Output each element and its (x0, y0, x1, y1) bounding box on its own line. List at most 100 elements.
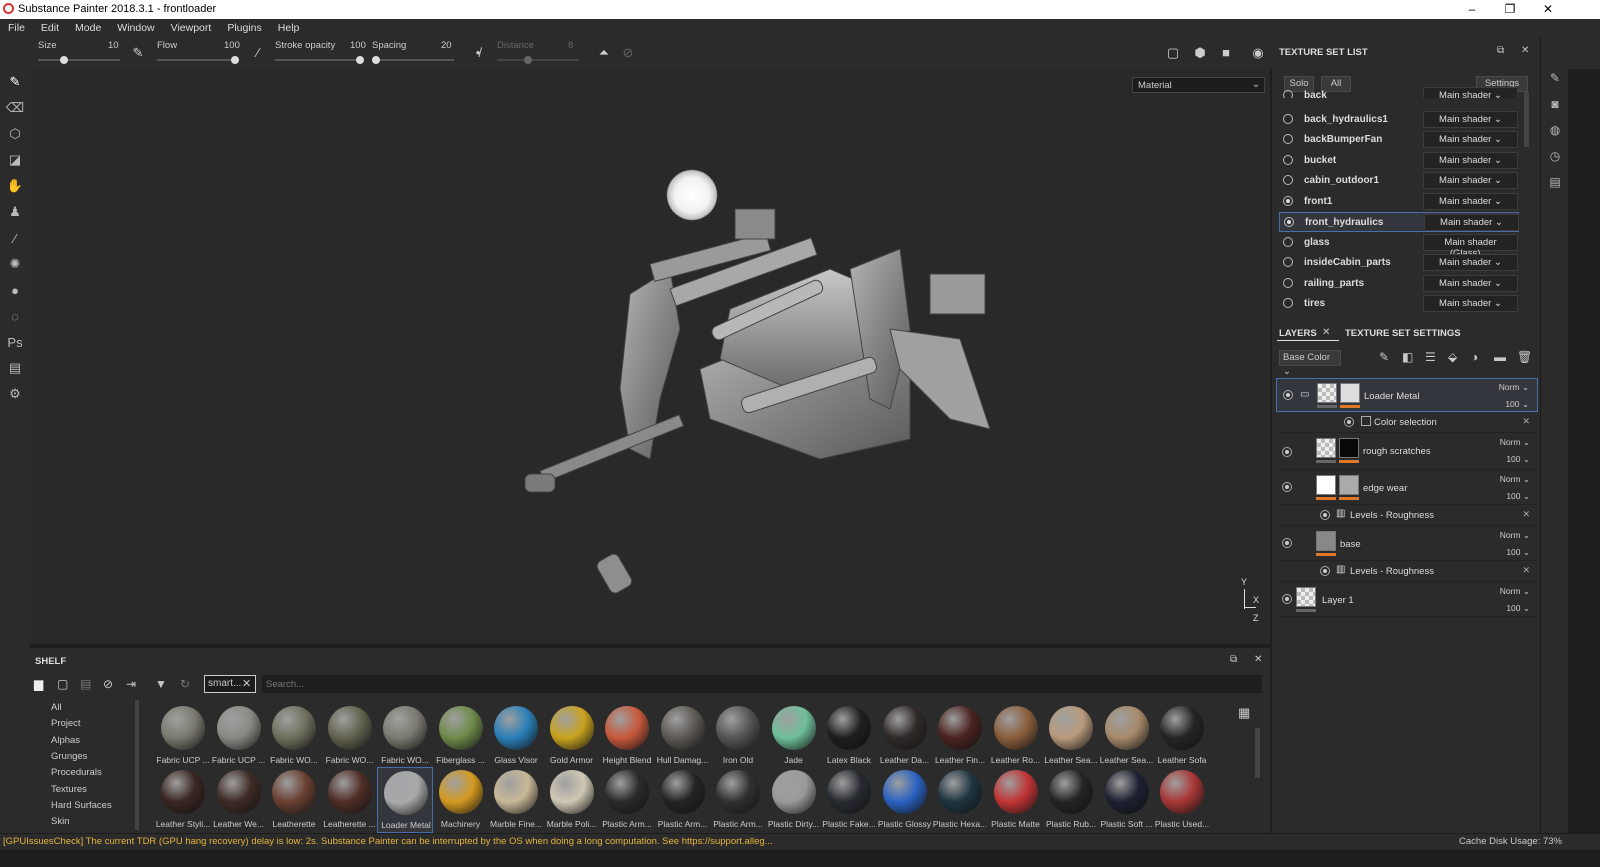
paint-brush-icon[interactable]: ✎ (0, 69, 30, 95)
texture-set-radio[interactable] (1283, 90, 1293, 98)
stroke-opacity-slider[interactable] (275, 59, 363, 61)
material-item[interactable]: Plastic Arm... (655, 767, 711, 833)
texture-set-row[interactable]: tires Main shader ⌄ (1279, 294, 1519, 314)
material-item[interactable]: Hull Damag... (655, 703, 711, 769)
shader-dropdown[interactable]: Main shader ⌄ (1423, 192, 1518, 210)
texture-set-row[interactable]: cabin_outdoor1 Main shader ⌄ (1279, 171, 1519, 191)
size-value[interactable]: 10 (108, 40, 119, 51)
list-view-icon[interactable]: ▤ (80, 677, 91, 691)
bake-icon[interactable]: ✺ (0, 251, 30, 277)
material-item[interactable]: Leather Sea... (1099, 703, 1155, 769)
shader-dropdown[interactable]: Main shader ⌄ (1423, 254, 1518, 271)
spacing-slider[interactable] (372, 59, 454, 61)
effect-row-levels-roughness-2[interactable]: ▥ Levels - Roughness ✕ (1276, 562, 1538, 582)
texture-set-radio[interactable] (1283, 236, 1293, 247)
layer-row-base[interactable]: base Norm ⌄ 100 ⌄ (1276, 527, 1538, 561)
layer-row-edge-wear[interactable]: edge wear Norm ⌄ 100 ⌄ (1276, 471, 1538, 505)
status-message[interactable]: [GPUIssuesCheck] The current TDR (GPU ha… (3, 836, 773, 847)
texture-set-radio[interactable] (1283, 134, 1293, 144)
new-window-icon[interactable]: ▢ (57, 677, 68, 691)
symmetry-icon[interactable]: ⏶ (596, 45, 612, 61)
texture-set-radio[interactable] (1283, 298, 1293, 308)
material-item[interactable]: Fabric WO... (377, 703, 433, 769)
size-slider[interactable] (38, 59, 120, 61)
texture-set-row[interactable]: back_hydraulics1 Main shader ⌄ (1279, 110, 1519, 130)
material-item[interactable]: Marble Poli... (544, 767, 600, 833)
hide-icon[interactable]: ⊘ (103, 677, 113, 691)
shelf-category[interactable]: All (51, 702, 62, 713)
pen-pressure-icon[interactable]: ✎ (130, 45, 146, 61)
texture-set-row[interactable]: front1 Main shader ⌄ (1279, 192, 1519, 212)
visibility-eye-icon[interactable] (1320, 510, 1330, 520)
assets-scrollbar[interactable] (1255, 728, 1260, 778)
filter-icon[interactable]: ▼ (155, 677, 167, 691)
texture-set-row[interactable]: bucket Main shader ⌄ (1279, 151, 1519, 171)
add-paint-layer-icon[interactable]: ◑ (1471, 350, 1478, 364)
settings-gear-icon[interactable]: ⚙ (0, 381, 30, 407)
material-item[interactable]: Iron Old (710, 703, 766, 769)
material-item[interactable]: Plastic Used... (1154, 767, 1210, 833)
shader-dropdown[interactable]: Main shader ⌄ (1423, 110, 1518, 128)
material-item[interactable]: Leather Styli... (155, 767, 211, 833)
shelf-category[interactable]: Grunges (51, 751, 87, 762)
shader-dropdown[interactable]: Main shader ⌄ (1423, 172, 1518, 189)
lazy-mouse-icon[interactable]: •̸ (470, 45, 486, 61)
material-item[interactable]: Plastic Glossy (877, 767, 933, 833)
visibility-eye-icon[interactable] (1320, 566, 1330, 576)
shelf-search-input[interactable] (262, 675, 1262, 693)
remove-effect-icon[interactable]: ✕ (1522, 565, 1530, 576)
material-item[interactable]: Leatherette ... (322, 767, 378, 833)
shader-dropdown[interactable]: Main shader ⌄ (1423, 87, 1518, 98)
visibility-eye-icon[interactable] (1282, 594, 1292, 604)
material-item[interactable]: Plastic Matte (988, 767, 1044, 833)
shader-dropdown[interactable]: Main shader ⌄ (1423, 295, 1518, 312)
effect-row-color-selection[interactable]: Color selection ✕ (1276, 413, 1538, 433)
material-item[interactable]: Leather Sea... (1043, 703, 1099, 769)
view-3d-icon[interactable]: ⬢ (1192, 45, 1208, 61)
texture-set-radio[interactable] (1283, 175, 1293, 185)
shader-dropdown[interactable]: Main shader ⌄ (1423, 131, 1518, 148)
material-item[interactable]: Leather Da... (877, 703, 933, 769)
menu-file[interactable]: File (0, 22, 33, 34)
texture-set-radio[interactable] (1284, 217, 1294, 227)
flow-slider-handle[interactable] (231, 56, 239, 64)
properties-icon[interactable]: ✎ (1541, 65, 1569, 91)
opacity[interactable]: 100 ⌄ (1506, 603, 1530, 614)
add-effect-icon[interactable]: ✎ (1379, 350, 1389, 364)
visibility-eye-icon[interactable] (1283, 390, 1293, 400)
channel-dropdown[interactable]: Base Color ⌄ (1279, 350, 1341, 377)
texture-set-radio[interactable] (1283, 257, 1293, 267)
texture-set-row[interactable]: insideCabin_parts Main shader ⌄ (1279, 253, 1519, 273)
add-layer-icon[interactable]: ☰ (1425, 350, 1436, 364)
blend-mode[interactable]: Norm ⌄ (1500, 530, 1530, 541)
color-picker-icon[interactable]: ⁄ (0, 225, 30, 251)
material-item[interactable]: Leather Sofa (1154, 703, 1210, 769)
remove-effect-icon[interactable]: ✕ (1522, 416, 1530, 427)
shader-dropdown[interactable]: Main shader ⌄ (1424, 214, 1519, 231)
float-panel-icon[interactable]: ⧉ (1497, 45, 1504, 56)
menu-mode[interactable]: Mode (67, 22, 109, 34)
photoshop-export-icon[interactable]: Ps (0, 329, 30, 355)
projection-icon[interactable]: ⬡ (0, 121, 30, 147)
effect-row-levels-roughness[interactable]: ▥ Levels - Roughness ✕ (1276, 506, 1538, 526)
stroke-opacity-value[interactable]: 100 (350, 40, 366, 51)
remove-effect-icon[interactable]: ✕ (1522, 509, 1530, 520)
material-item[interactable]: Leather Fin... (932, 703, 988, 769)
close-shelf-icon[interactable]: ✕ (1254, 654, 1262, 665)
material-item[interactable]: Fabric WO... (266, 703, 322, 769)
tab-texture-set-settings[interactable]: TEXTURE SET SETTINGS (1345, 328, 1461, 339)
view-2d-icon[interactable]: ▢ (1165, 45, 1181, 61)
material-item[interactable]: Leatherette (266, 767, 322, 833)
categories-scrollbar[interactable] (135, 700, 139, 830)
folder-icon[interactable]: ▆ (34, 677, 43, 691)
menu-window[interactable]: Window (109, 22, 162, 34)
menu-edit[interactable]: Edit (33, 22, 67, 34)
flow-slider[interactable] (157, 59, 239, 61)
shelf-category[interactable]: Alphas (51, 735, 80, 746)
material-item[interactable]: Leather Ro... (988, 703, 1044, 769)
layer-row-rough-scratches[interactable]: rough scratches Norm ⌄ 100 ⌄ (1276, 434, 1538, 470)
camera-icon[interactable]: ■ (1218, 45, 1234, 61)
visibility-eye-icon[interactable] (1344, 417, 1354, 427)
frontloader-model[interactable] (30, 69, 1270, 644)
blend-mode[interactable]: Norm ⌄ (1500, 586, 1530, 597)
